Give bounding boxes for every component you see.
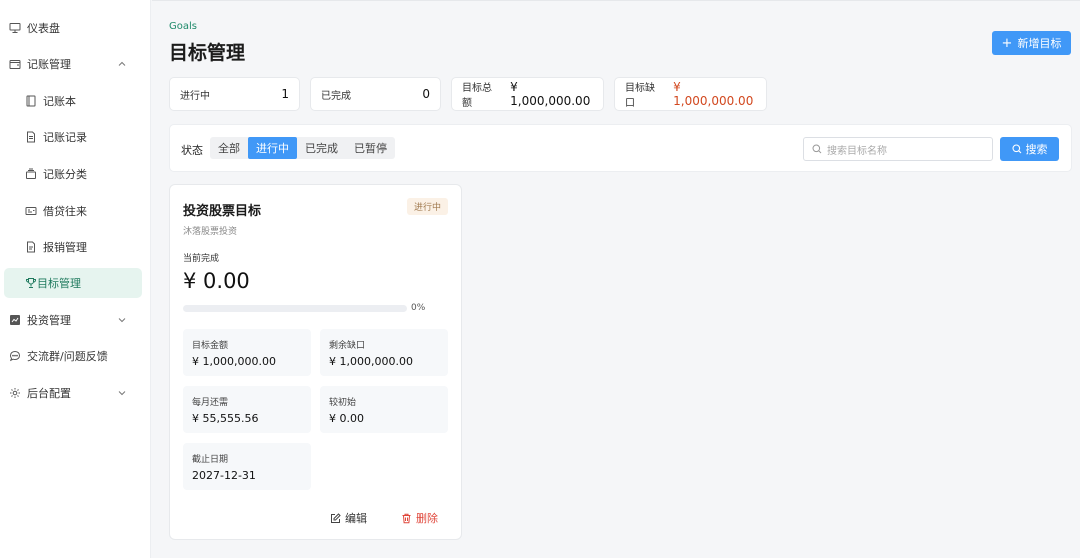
chevron-down-icon	[118, 391, 126, 396]
category-icon	[24, 168, 37, 181]
sidebar-item-goals[interactable]: 目标管理	[4, 268, 142, 298]
field-label: 目标金额	[192, 341, 229, 351]
sidebar-item-dashboard[interactable]: 仪表盘	[0, 13, 151, 43]
search-button-label: 搜索	[1025, 143, 1048, 156]
stat-value: 0	[422, 87, 430, 101]
filter-bar: 状态 全部 进行中 已完成 已暂停 搜索目标名称 搜索	[169, 124, 1072, 172]
book-icon	[24, 95, 37, 108]
trash-icon	[402, 513, 411, 523]
sidebar-item-categories[interactable]: 记账分类	[0, 159, 151, 189]
stat-value: 1	[281, 87, 289, 101]
edit-icon	[331, 512, 341, 523]
plus-icon: +	[1001, 35, 1013, 51]
field-label: 每月还需	[192, 398, 229, 408]
filter-option-in-progress[interactable]: 进行中	[248, 137, 297, 159]
add-goal-button[interactable]: + 新增目标	[992, 31, 1071, 55]
sidebar-item-label: 交流群/问题反馈	[27, 350, 108, 363]
sidebar: 仪表盘 记账管理 记账本 记账记录 记账分类 借贷往来 报销管理 目标管理 投资…	[0, 0, 151, 558]
sidebar-item-label: 记账分类	[43, 168, 87, 181]
stat-target-total: 目标总额 ¥ 1,000,000.00	[451, 77, 604, 111]
sidebar-item-account-book[interactable]: 记账本	[0, 86, 151, 116]
loan-icon	[24, 205, 37, 218]
trophy-icon	[24, 277, 37, 290]
sidebar-item-label: 记账本	[43, 95, 76, 108]
sidebar-item-label: 记账管理	[27, 58, 71, 71]
wallet-icon	[8, 58, 21, 71]
status-segmented-control: 全部 进行中 已完成 已暂停	[210, 137, 395, 159]
field-label: 截止日期	[192, 455, 229, 465]
field-value: ¥ 55,555.56	[192, 412, 259, 425]
stat-value: ¥ 1,000,000.00	[673, 80, 754, 108]
status-filter-label: 状态	[181, 144, 203, 157]
search-button[interactable]: 搜索	[1000, 137, 1059, 161]
sidebar-item-loans[interactable]: 借贷往来	[0, 196, 151, 226]
sidebar-item-label: 借贷往来	[43, 205, 87, 218]
field-deadline: 截止日期 2027-12-31	[183, 443, 311, 490]
delete-button[interactable]: 删除	[401, 510, 438, 526]
sidebar-item-bookkeeping[interactable]: 记账管理	[0, 49, 151, 79]
search-icon	[812, 144, 822, 154]
chevron-up-icon	[118, 61, 126, 66]
field-remaining-gap: 剩余缺口 ¥ 1,000,000.00	[320, 329, 448, 376]
stat-label: 目标总额	[462, 83, 492, 109]
stat-value: ¥ 1,000,000.00	[510, 80, 591, 108]
search-placeholder: 搜索目标名称	[827, 145, 887, 157]
sidebar-item-feedback[interactable]: 交流群/问题反馈	[0, 341, 151, 371]
current-label: 当前完成	[183, 254, 220, 264]
field-label: 较初始	[329, 398, 357, 408]
edit-button[interactable]: 编辑	[330, 510, 367, 526]
sidebar-item-investment[interactable]: 投资管理	[0, 305, 151, 335]
status-badge: 进行中	[407, 198, 449, 215]
filter-option-paused[interactable]: 已暂停	[346, 137, 395, 159]
stat-completed: 已完成 0	[310, 77, 441, 111]
field-value: ¥ 1,000,000.00	[329, 355, 413, 368]
sidebar-item-reimbursement[interactable]: 报销管理	[0, 232, 151, 262]
page-title: 目标管理	[169, 42, 246, 64]
dashboard-icon	[8, 22, 21, 35]
field-label: 剩余缺口	[329, 341, 366, 351]
goal-title: 投资股票目标	[183, 204, 262, 219]
filter-option-all[interactable]: 全部	[210, 137, 248, 159]
progress-percent: 0%	[411, 303, 426, 313]
sidebar-item-label: 仪表盘	[27, 22, 60, 35]
settings-icon	[8, 387, 21, 400]
sidebar-item-records[interactable]: 记账记录	[0, 122, 151, 152]
document-icon	[24, 131, 37, 144]
field-value: ¥ 0.00	[329, 412, 364, 425]
add-goal-label: 新增目标	[1017, 37, 1062, 50]
filter-option-completed[interactable]: 已完成	[297, 137, 346, 159]
current-value: ¥ 0.00	[183, 269, 250, 293]
main-content: Goals 目标管理 + 新增目标 进行中 1 已完成 0 目标总额 ¥ 1,0…	[152, 0, 1080, 558]
chat-icon	[8, 350, 21, 363]
edit-label: 编辑	[345, 512, 367, 525]
progress-bar	[183, 305, 407, 312]
chevron-down-icon	[118, 318, 126, 323]
stat-in-progress: 进行中 1	[169, 77, 300, 111]
receipt-icon	[24, 241, 37, 254]
sidebar-item-settings[interactable]: 后台配置	[0, 378, 151, 408]
top-divider	[152, 0, 1080, 3]
search-input[interactable]: 搜索目标名称	[803, 137, 993, 161]
goal-card: 投资股票目标 进行中 沐落股票投资 当前完成 ¥ 0.00 0% 目标金额 ¥ …	[169, 184, 462, 540]
field-vs-initial: 较初始 ¥ 0.00	[320, 386, 448, 433]
chart-icon	[8, 314, 21, 327]
sidebar-item-label: 投资管理	[27, 314, 71, 327]
field-value: ¥ 1,000,000.00	[192, 355, 276, 368]
breadcrumb[interactable]: Goals	[169, 21, 197, 32]
stat-target-gap: 目标缺口 ¥ 1,000,000.00	[614, 77, 767, 111]
stat-label: 已完成	[321, 90, 351, 102]
search-icon	[1011, 144, 1021, 154]
sidebar-item-label: 目标管理	[37, 277, 81, 290]
sidebar-item-label: 报销管理	[43, 241, 87, 254]
goal-description: 沐落股票投资	[183, 227, 238, 237]
field-monthly-needed: 每月还需 ¥ 55,555.56	[183, 386, 311, 433]
stat-label: 进行中	[180, 90, 210, 102]
sidebar-item-label: 后台配置	[27, 387, 71, 400]
stat-label: 目标缺口	[625, 83, 655, 109]
field-target-amount: 目标金额 ¥ 1,000,000.00	[183, 329, 311, 376]
sidebar-item-label: 记账记录	[43, 131, 87, 144]
delete-label: 删除	[416, 512, 438, 525]
field-value: 2027-12-31	[192, 469, 256, 482]
